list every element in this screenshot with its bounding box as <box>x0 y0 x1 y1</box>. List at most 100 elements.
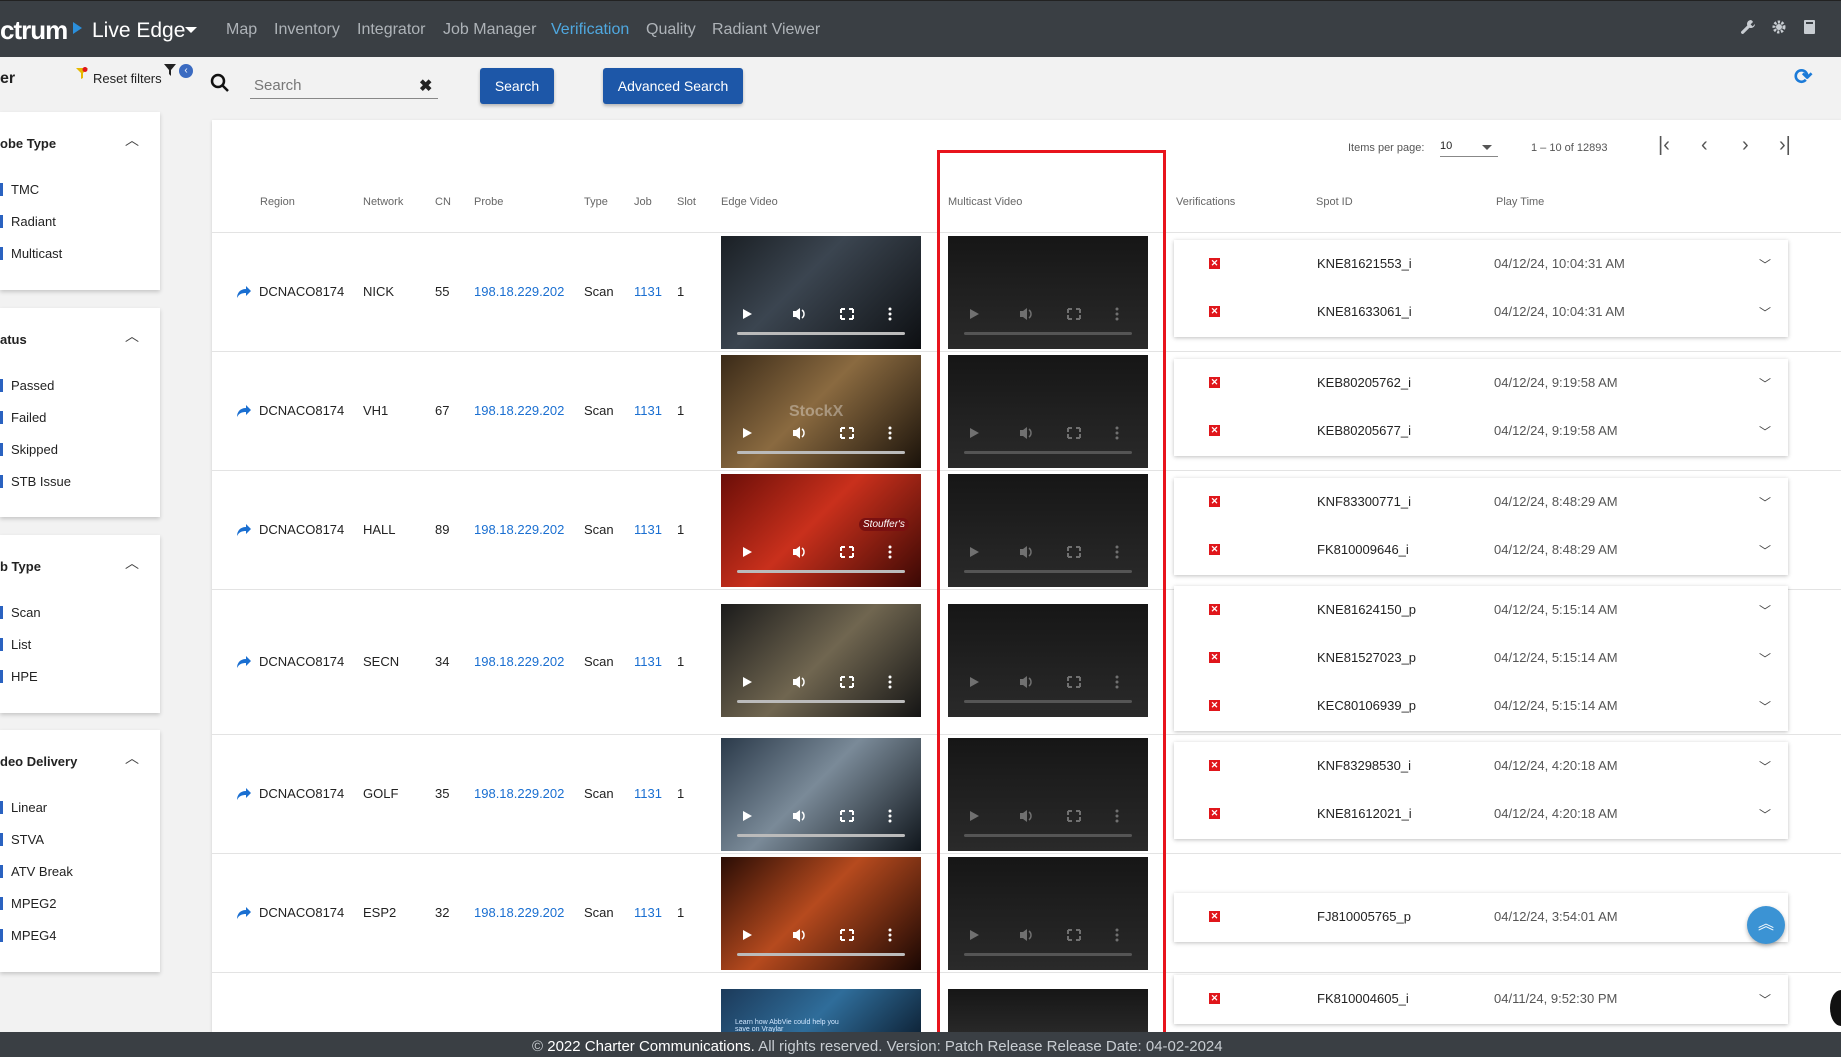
next-page-button[interactable]: › <box>1742 134 1749 157</box>
verification-row[interactable]: ✕ KNE81621553_i 04/12/24, 10:04:31 AM ﹀ <box>1174 240 1788 288</box>
edge-video-player[interactable] <box>721 857 921 970</box>
reset-filters-link[interactable]: Reset filters <box>93 71 162 86</box>
multicast-video-player[interactable] <box>948 989 1148 1037</box>
video-controls[interactable] <box>948 926 1148 944</box>
verification-row[interactable]: ✕ KNE81612021_i 04/12/24, 4:20:18 AM ﹀ <box>1174 790 1788 838</box>
share-arrow-icon[interactable] <box>236 906 252 920</box>
chevron-down-icon[interactable]: ﹀ <box>1759 256 1771 273</box>
first-page-button[interactable]: |‹ <box>1658 134 1670 157</box>
book-icon[interactable] <box>1802 19 1816 40</box>
verification-row[interactable]: ✕ KNE81624150_p 04/12/24, 5:15:14 AM ﹀ <box>1174 586 1788 634</box>
scroll-to-top-button[interactable]: ︽ <box>1747 906 1785 944</box>
filter-option[interactable]: Radiant <box>0 214 56 229</box>
verification-row[interactable]: ✕ KEB80205762_i 04/12/24, 9:19:58 AM ﹀ <box>1174 359 1788 407</box>
filter-option[interactable]: MPEG4 <box>0 928 57 943</box>
collapse-sidebar-icon[interactable]: ‹ <box>179 64 193 78</box>
search-button[interactable]: Search <box>480 68 554 104</box>
verification-row[interactable]: ✕ KNE81527023_p 04/12/24, 5:15:14 AM ﹀ <box>1174 634 1788 682</box>
share-arrow-icon[interactable] <box>236 655 252 669</box>
job-link[interactable]: 1131 <box>634 905 662 920</box>
advanced-search-button[interactable]: Advanced Search <box>603 68 743 104</box>
probe-link[interactable]: 198.18.229.202 <box>474 786 564 801</box>
chevron-down-icon[interactable]: ﹀ <box>1759 494 1771 511</box>
filter-option[interactable]: TMC <box>0 182 39 197</box>
verification-row[interactable]: ✕ KNE81633061_i 04/12/24, 10:04:31 AM ﹀ <box>1174 288 1788 336</box>
chevron-down-icon[interactable]: ﹀ <box>1759 991 1771 1008</box>
wrench-icon[interactable] <box>1740 19 1756 40</box>
job-link[interactable]: 1131 <box>634 403 662 418</box>
edge-video-player[interactable] <box>721 738 921 851</box>
edge-video-player[interactable]: StockX <box>721 355 921 468</box>
job-link[interactable]: 1131 <box>634 786 662 801</box>
probe-link[interactable]: 198.18.229.202 <box>474 905 564 920</box>
filter-option[interactable]: MPEG2 <box>0 896 57 911</box>
video-controls[interactable] <box>948 305 1148 323</box>
share-arrow-icon[interactable] <box>236 285 252 299</box>
video-controls[interactable] <box>948 673 1148 691</box>
probe-link[interactable]: 198.18.229.202 <box>474 403 564 418</box>
verification-row[interactable]: ✕FJ810005765_p04/12/24, 3:54:01 AM﹀ <box>1174 893 1788 941</box>
app-switcher-caret-icon[interactable] <box>185 27 197 33</box>
col-header-play-time[interactable]: Play Time <box>1496 196 1544 208</box>
col-header-type[interactable]: Type <box>584 196 608 208</box>
nav-quality[interactable]: Quality <box>646 21 696 39</box>
filter-option[interactable]: Linear <box>0 800 47 815</box>
chevron-down-icon[interactable]: ﹀ <box>1759 698 1771 715</box>
video-controls[interactable] <box>721 543 921 561</box>
prev-page-button[interactable]: ‹ <box>1701 134 1708 157</box>
multicast-video-player[interactable] <box>948 236 1148 349</box>
nav-verification[interactable]: Verification <box>551 21 629 39</box>
col-header-job[interactable]: Job <box>634 196 652 208</box>
col-header-network[interactable]: Network <box>363 196 403 208</box>
edge-video-player[interactable]: Learn how AbbVie could help you save on … <box>721 989 921 1037</box>
video-controls[interactable] <box>721 673 921 691</box>
nav-integrator[interactable]: Integrator <box>357 21 425 39</box>
multicast-video-player[interactable] <box>948 474 1148 587</box>
app-name[interactable]: Live Edge <box>92 19 185 43</box>
verification-row[interactable]: ✕ FK810004605_i 04/11/24, 9:52:30 PM ﹀ <box>1174 975 1788 1023</box>
filter-option[interactable]: Failed <box>0 410 46 425</box>
probe-link[interactable]: 198.18.229.202 <box>474 522 564 537</box>
probe-link[interactable]: 198.18.229.202 <box>474 654 564 669</box>
verification-row[interactable]: ✕ KEB80205677_i 04/12/24, 9:19:58 AM ﹀ <box>1174 407 1788 455</box>
filter-option[interactable]: Passed <box>0 378 54 393</box>
multicast-video-player[interactable] <box>948 738 1148 851</box>
col-header-cn[interactable]: CN <box>435 196 451 208</box>
chevron-down-icon[interactable]: ﹀ <box>1759 602 1771 619</box>
video-controls[interactable] <box>948 543 1148 561</box>
filter-option[interactable]: ATV Break <box>0 864 73 879</box>
col-header-region[interactable]: Region <box>260 196 295 208</box>
filter-option[interactable]: STB Issue <box>0 474 71 489</box>
edge-video-player[interactable]: Stouffer's <box>721 474 921 587</box>
reset-filter-icon[interactable] <box>76 67 88 79</box>
col-header-spot-id[interactable]: Spot ID <box>1316 196 1353 208</box>
multicast-video-player[interactable] <box>948 604 1148 717</box>
filter-option[interactable]: Multicast <box>0 246 62 261</box>
refresh-icon[interactable]: ⟳ <box>1794 64 1812 90</box>
chevron-down-icon[interactable]: ﹀ <box>1759 650 1771 667</box>
chevron-up-icon[interactable]: ︿ <box>125 748 139 768</box>
gear-icon[interactable] <box>1771 19 1787 40</box>
items-per-page-select[interactable]: 10 <box>1440 140 1498 157</box>
multicast-video-player[interactable] <box>948 355 1148 468</box>
share-arrow-icon[interactable] <box>236 523 252 537</box>
col-header-probe[interactable]: Probe <box>474 196 503 208</box>
video-controls[interactable] <box>948 424 1148 442</box>
verification-row[interactable]: ✕ KEC80106939_p 04/12/24, 5:15:14 AM ﹀ <box>1174 682 1788 730</box>
chevron-down-icon[interactable]: ﹀ <box>1759 304 1771 321</box>
share-arrow-icon[interactable] <box>236 787 252 801</box>
probe-link[interactable]: 198.18.229.202 <box>474 284 564 299</box>
nav-job-manager[interactable]: Job Manager <box>443 21 536 39</box>
video-controls[interactable] <box>721 424 921 442</box>
col-header-slot[interactable]: Slot <box>677 196 696 208</box>
job-link[interactable]: 1131 <box>634 284 662 299</box>
nav-inventory[interactable]: Inventory <box>274 21 340 39</box>
verification-row[interactable]: ✕ FK810009646_i 04/12/24, 8:48:29 AM ﹀ <box>1174 526 1788 574</box>
multicast-video-player[interactable] <box>948 857 1148 970</box>
filter-option[interactable]: STVA <box>0 832 44 847</box>
verification-row[interactable]: ✕ KNF83298530_i 04/12/24, 4:20:18 AM ﹀ <box>1174 742 1788 790</box>
filter-option[interactable]: HPE <box>0 669 38 684</box>
chevron-down-icon[interactable]: ﹀ <box>1759 542 1771 559</box>
search-input[interactable] <box>250 72 438 99</box>
chevron-up-icon[interactable]: ︿ <box>125 553 139 573</box>
